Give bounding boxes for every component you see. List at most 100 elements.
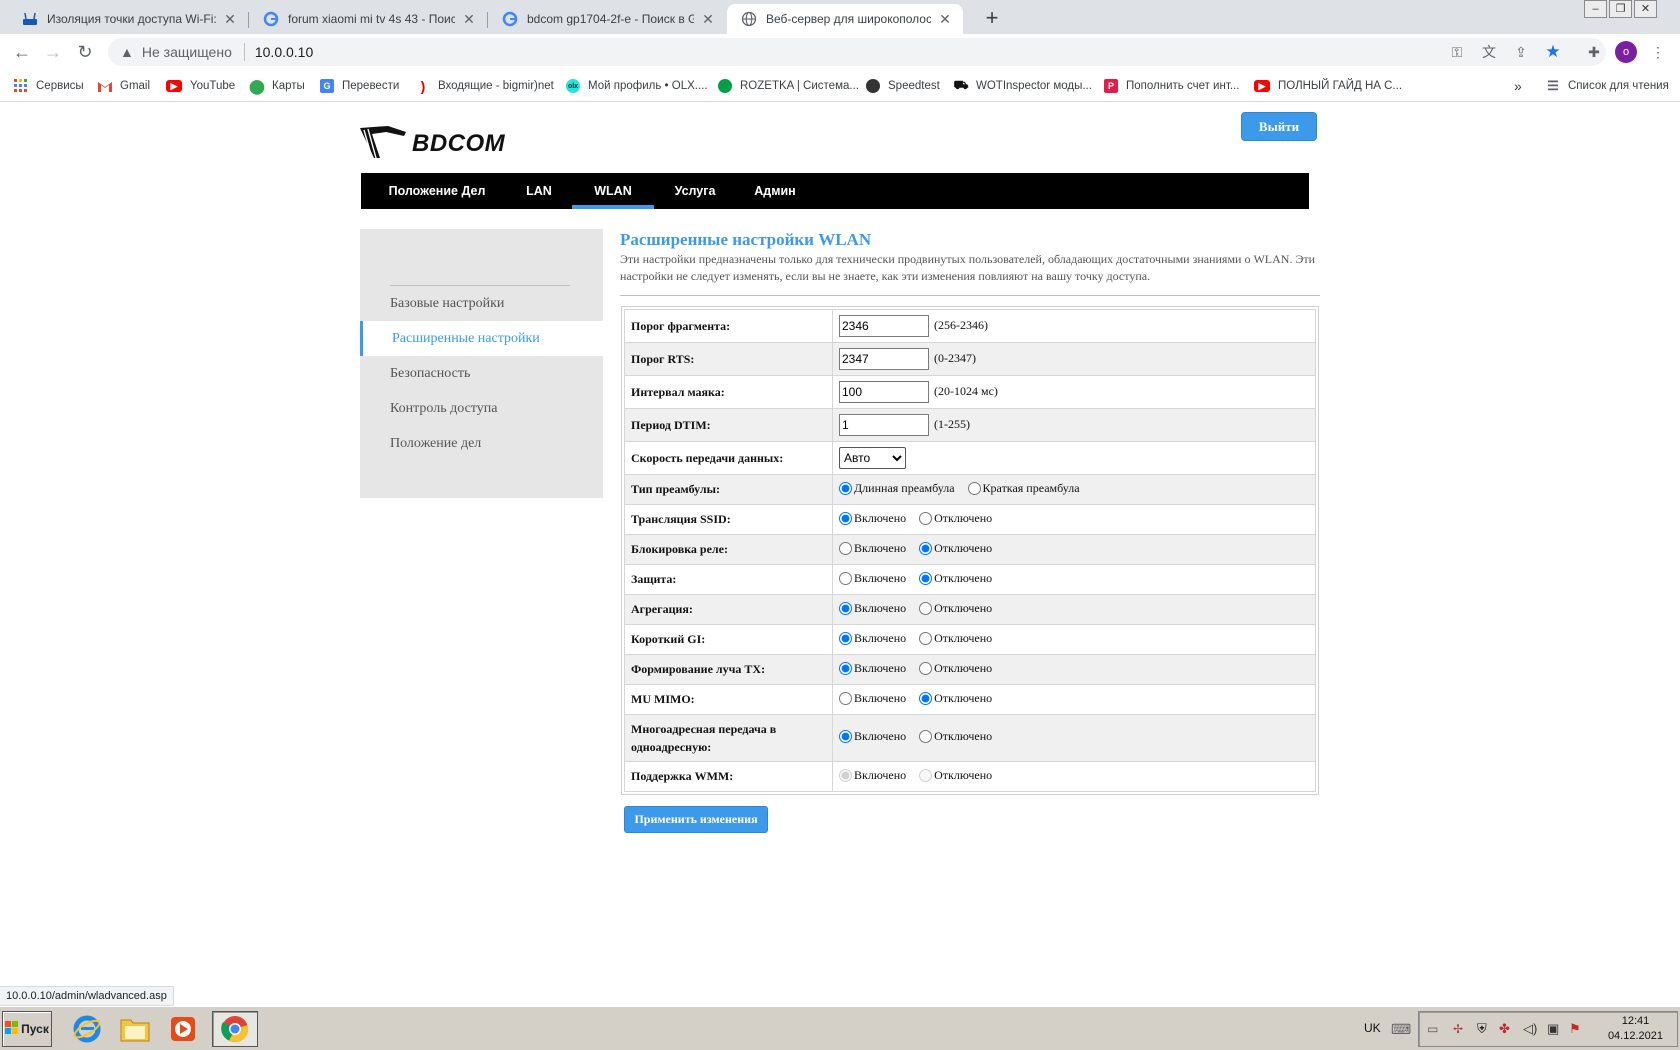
multicast-to-unicast-on-radio[interactable] xyxy=(839,730,852,743)
menu-icon[interactable]: ⋮ xyxy=(1648,42,1668,62)
bookmark-maps[interactable]: ⬤ Карты xyxy=(249,77,305,95)
protection-off-option[interactable]: Отключено xyxy=(919,571,992,586)
bookmark-youtube[interactable]: ▶ YouTube xyxy=(166,77,235,95)
keyboard-language[interactable]: UK xyxy=(1364,1021,1381,1035)
close-tab-icon[interactable]: ✕ xyxy=(700,11,716,28)
preamble-short-option[interactable]: Краткая преамбула xyxy=(967,481,1080,496)
url-text[interactable]: 10.0.0.10 xyxy=(255,44,313,60)
sidebar-item-access-control[interactable]: Контроль доступа xyxy=(360,391,603,426)
nav-status[interactable]: Положение Дел xyxy=(375,173,499,209)
media-player-icon[interactable] xyxy=(166,1013,200,1045)
more-bookmarks-icon[interactable]: » xyxy=(1514,77,1522,95)
preamble-long-radio[interactable] xyxy=(839,481,852,495)
network-icon[interactable]: ✢ xyxy=(1453,1022,1463,1036)
tx-beamforming-on-radio[interactable] xyxy=(839,661,852,675)
mu-mimo-on-option[interactable]: Включено xyxy=(839,691,906,706)
protection-off-radio[interactable] xyxy=(919,571,933,585)
usb-icon[interactable]: ▭ xyxy=(1427,1022,1438,1036)
ssid-broadcast-off-radio[interactable] xyxy=(919,511,933,525)
window-close-icon[interactable]: ✕ xyxy=(1634,0,1657,18)
tab-4-active[interactable]: Веб-сервер для широкополосных ✕ xyxy=(727,4,963,34)
mu-mimo-on-radio[interactable] xyxy=(839,691,852,705)
relay-blocking-off-option[interactable]: Отключено xyxy=(919,541,992,556)
bookmark-gmail[interactable]: Gmail xyxy=(98,77,150,95)
fragment-threshold-input[interactable] xyxy=(839,315,929,337)
sidebar-item-advanced[interactable]: Расширенные настройки xyxy=(360,321,603,356)
mu-mimo-off-radio[interactable] xyxy=(919,691,933,705)
protection-on-radio[interactable] xyxy=(839,571,852,585)
back-icon[interactable]: ← xyxy=(10,40,34,64)
tab-3[interactable]: bdcom gp1704-2f-e - Поиск в Goog ✕ xyxy=(488,4,726,34)
bookmark-rozetka[interactable]: ROZETKA | Система... xyxy=(718,77,859,95)
warning-icon[interactable]: ▲ xyxy=(120,44,134,60)
close-tab-icon[interactable]: ✕ xyxy=(937,11,953,28)
close-tab-icon[interactable]: ✕ xyxy=(222,11,238,28)
start-button[interactable]: Пуск xyxy=(2,1011,52,1047)
translate-icon[interactable]: 文 xyxy=(1479,42,1499,62)
short-gi-off-radio[interactable] xyxy=(919,631,933,645)
tx-beamforming-off-radio[interactable] xyxy=(919,661,933,675)
nav-admin[interactable]: Админ xyxy=(745,173,805,209)
bookmark-speedtest[interactable]: Speedtest xyxy=(866,77,940,95)
bookmark-payment[interactable]: P Пополнить счет инт... xyxy=(1104,77,1239,95)
keyboard-icon[interactable]: ⌨ xyxy=(1391,1019,1411,1039)
bookmark-olx[interactable]: olx Мой профиль • OLX.... xyxy=(566,77,708,95)
apply-changes-button[interactable]: Применить изменения xyxy=(624,806,768,833)
beacon-interval-input[interactable] xyxy=(839,381,929,403)
antivirus-icon[interactable]: ✤ xyxy=(1499,1021,1510,1037)
short-gi-on-radio[interactable] xyxy=(839,631,852,645)
bookmark-guide[interactable]: ▶ ПОЛНЫЙ ГАЙД НА С... xyxy=(1254,77,1402,95)
forward-icon[interactable]: → xyxy=(41,40,65,64)
tx-beamforming-off-option[interactable]: Отключено xyxy=(919,661,992,676)
shield-icon[interactable]: ⛨ xyxy=(1477,1021,1487,1037)
bookmark-star-icon[interactable]: ★ xyxy=(1543,42,1563,62)
display-icon[interactable]: ▣ xyxy=(1547,1021,1559,1037)
multicast-to-unicast-off-option[interactable]: Отключено xyxy=(919,729,992,744)
nav-lan[interactable]: LAN xyxy=(509,173,569,209)
internet-explorer-icon[interactable] xyxy=(70,1013,104,1045)
aggregation-off-radio[interactable] xyxy=(919,601,933,615)
preamble-short-radio[interactable] xyxy=(967,481,981,495)
tab-1[interactable]: Изоляция точки доступа Wi-Fi: что ✕ xyxy=(8,4,248,34)
nav-service[interactable]: Услуга xyxy=(661,173,729,209)
bookmark-bigmir[interactable]: ) Входящие - bigmir)net xyxy=(416,77,554,95)
relay-blocking-on-radio[interactable] xyxy=(839,541,852,555)
reading-list[interactable]: ☰ Список для чтения xyxy=(1546,77,1669,95)
restore-icon[interactable]: ❐ xyxy=(1609,0,1632,18)
key-icon[interactable]: ⚿ xyxy=(1447,42,1467,62)
extensions-icon[interactable]: ✚ xyxy=(1584,42,1604,62)
tx-beamforming-on-option[interactable]: Включено xyxy=(839,661,906,676)
reload-icon[interactable]: ↻ xyxy=(73,40,97,64)
bookmark-wotinspector[interactable]: ⛟ WOTInspector моды... xyxy=(953,77,1091,95)
bookmark-services[interactable]: Сервисы xyxy=(14,77,84,95)
ssid-broadcast-on-option[interactable]: Включено xyxy=(839,511,906,526)
volume-icon[interactable]: ◁) xyxy=(1523,1021,1537,1037)
data-rate-select[interactable]: Авто xyxy=(839,447,906,469)
preamble-long-option[interactable]: Длинная преамбула xyxy=(839,481,955,496)
multicast-to-unicast-off-radio[interactable] xyxy=(919,730,933,743)
short-gi-on-option[interactable]: Включено xyxy=(839,631,906,646)
share-icon[interactable]: ⇪ xyxy=(1511,42,1531,62)
aggregation-on-option[interactable]: Включено xyxy=(839,601,906,616)
clock[interactable]: 12:41 04.12.2021 xyxy=(1608,1014,1663,1044)
profile-avatar[interactable]: o xyxy=(1615,41,1637,63)
mu-mimo-off-option[interactable]: Отключено xyxy=(919,691,992,706)
sidebar-item-basic[interactable]: Базовые настройки xyxy=(360,286,603,321)
sidebar-item-status[interactable]: Положение дел xyxy=(360,426,603,461)
multicast-to-unicast-on-option[interactable]: Включено xyxy=(839,729,906,744)
minimize-icon[interactable]: – xyxy=(1584,0,1607,18)
logout-button[interactable]: Выйти xyxy=(1241,112,1317,141)
rts-threshold-input[interactable] xyxy=(839,348,929,370)
address-bar[interactable]: ▲ Не защищено 10.0.0.10 xyxy=(108,38,1606,66)
security-label[interactable]: Не защищено xyxy=(142,44,232,60)
new-tab-icon[interactable]: + xyxy=(978,5,1006,31)
ssid-broadcast-on-radio[interactable] xyxy=(839,511,852,525)
bookmark-translate[interactable]: G Перевести xyxy=(320,77,399,95)
aggregation-off-option[interactable]: Отключено xyxy=(919,601,992,616)
sidebar-item-security[interactable]: Безопасность xyxy=(360,356,603,391)
flag-icon[interactable]: ⚑ xyxy=(1569,1021,1581,1037)
ssid-broadcast-off-option[interactable]: Отключено xyxy=(919,511,992,526)
relay-blocking-on-option[interactable]: Включено xyxy=(839,541,906,556)
file-explorer-icon[interactable] xyxy=(118,1013,152,1045)
nav-wlan[interactable]: WLAN xyxy=(572,173,654,209)
